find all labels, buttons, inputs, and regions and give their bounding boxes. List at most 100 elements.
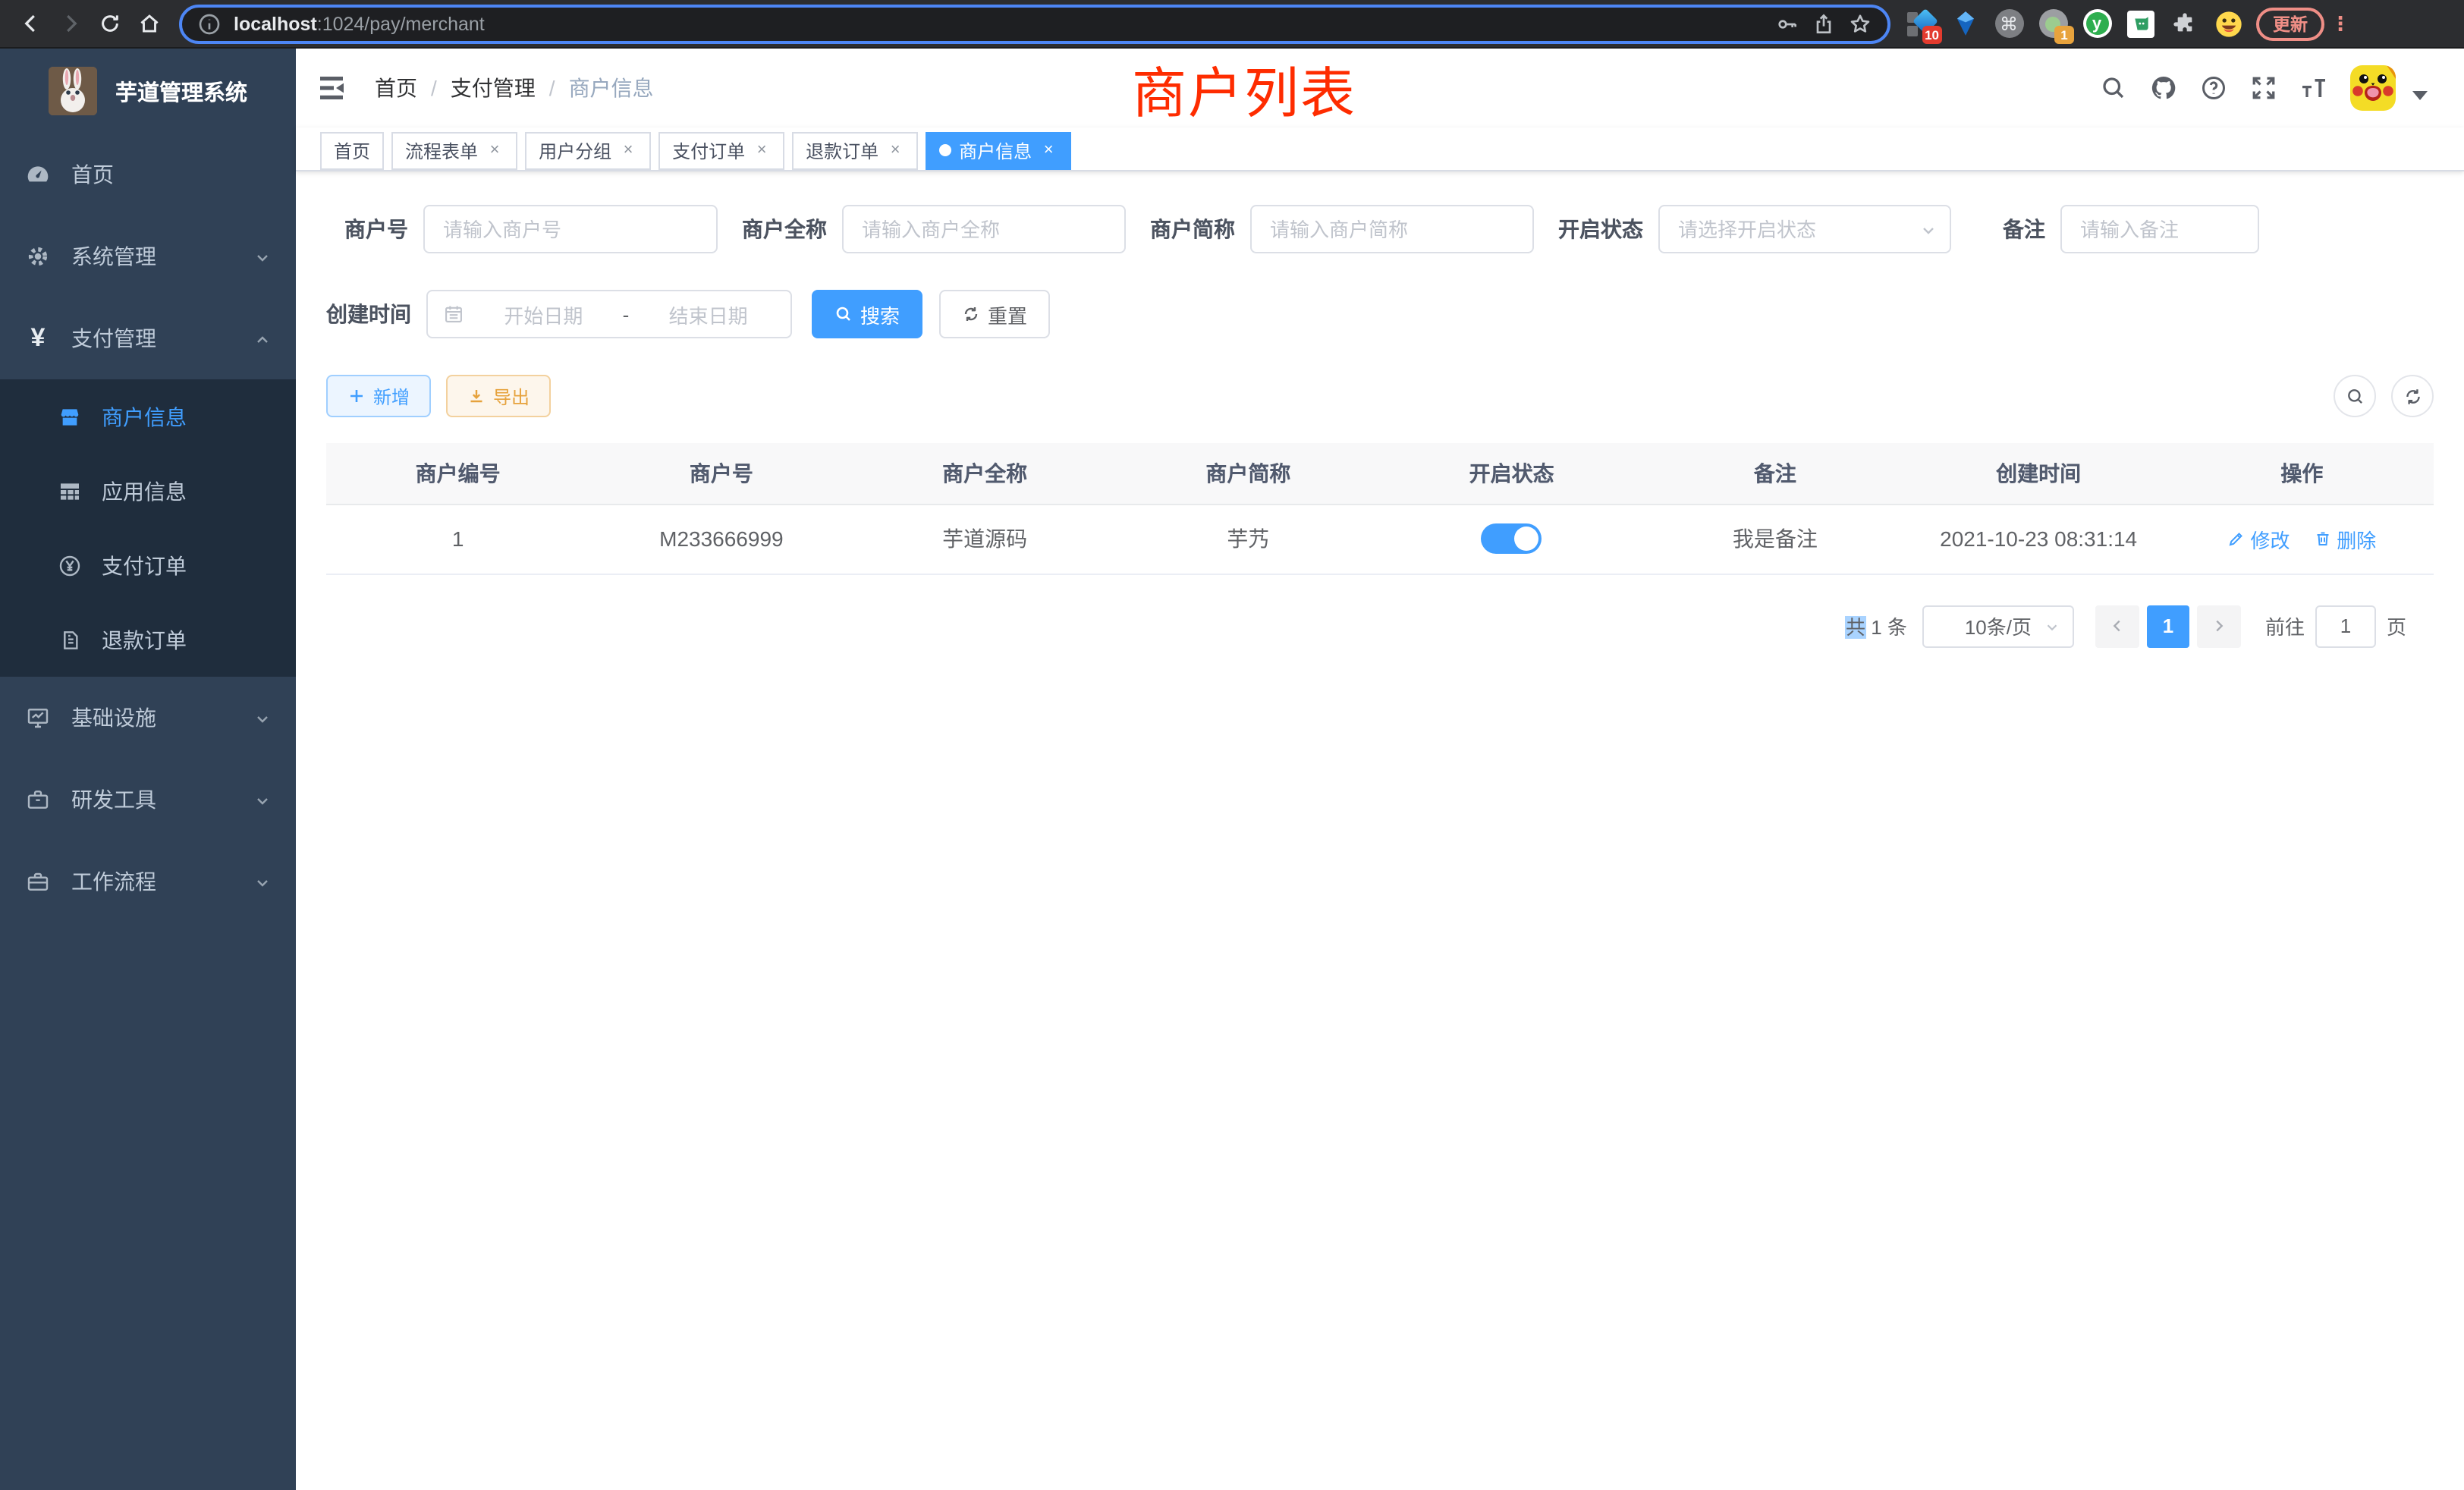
browser-home-button[interactable] [130, 5, 167, 42]
full-name-input[interactable] [842, 205, 1126, 253]
tab-home[interactable]: 首页 [320, 131, 384, 169]
tab-process-form[interactable]: 流程表单× [391, 131, 517, 169]
edit-link[interactable]: 修改 [2227, 524, 2290, 553]
chevron-left-icon [2109, 618, 2126, 634]
fullscreen-icon[interactable] [2250, 74, 2277, 102]
close-icon[interactable]: × [619, 141, 637, 159]
tab-pay-order[interactable]: 支付订单× [658, 131, 784, 169]
address-bar[interactable]: localhost:1024/pay/merchant [179, 4, 1890, 43]
cell-merchant-id: 1 [326, 504, 589, 574]
sidebar-item-merchant-info[interactable]: 商户信息 [0, 379, 296, 454]
sidebar-item-infra[interactable]: 基础设施 [0, 677, 296, 759]
hide-search-button[interactable] [2334, 375, 2376, 417]
calendar-icon [443, 303, 464, 325]
gear-icon [26, 244, 50, 269]
browser-forward-button[interactable] [52, 5, 88, 42]
red-annotation-title: 商户列表 [1132, 50, 1356, 129]
share-icon[interactable] [1812, 11, 1836, 36]
end-date-placeholder: 结束日期 [641, 300, 775, 328]
close-icon[interactable]: × [486, 141, 504, 159]
chevron-down-icon [253, 791, 272, 809]
extension-grid-icon[interactable]: 10 [1906, 8, 1936, 39]
refresh-button[interactable] [2391, 375, 2434, 417]
browser-back-button[interactable] [12, 5, 49, 42]
cell-actions: 修改 删除 [2170, 504, 2434, 574]
app-title: 芋道管理系统 [115, 75, 247, 107]
status-select[interactable] [1658, 205, 1951, 253]
filter-create-time: 创建时间 开始日期 - 结束日期 [326, 290, 792, 338]
short-name-input[interactable] [1250, 205, 1534, 253]
extension-recorder-icon[interactable]: 1 [2038, 8, 2068, 39]
extension-y-icon[interactable]: y [2082, 8, 2112, 39]
user-avatar[interactable] [2350, 65, 2396, 111]
remark-input[interactable] [2060, 205, 2259, 253]
font-size-icon[interactable] [2300, 74, 2327, 102]
extension-command-icon[interactable]: ⌘ [1994, 8, 2024, 39]
sidebar-item-dev-tools[interactable]: 研发工具 [0, 759, 296, 841]
tags-view-bar: 首页 流程表单× 用户分组× 支付订单× 退款订单× 商户信息× [296, 127, 2464, 171]
back-icon [19, 12, 42, 35]
tab-refund-order[interactable]: 退款订单× [792, 131, 918, 169]
sidebar-item-pay-order[interactable]: 支付订单 [0, 528, 296, 602]
browser-profile-avatar[interactable] [2214, 8, 2244, 39]
browser-update-button[interactable]: 更新 [2256, 7, 2324, 40]
tab-user-group[interactable]: 用户分组× [525, 131, 651, 169]
extension-gem-icon[interactable] [1950, 8, 1980, 39]
extensions-puzzle-icon[interactable] [2170, 8, 2200, 39]
password-key-icon[interactable] [1775, 11, 1799, 36]
github-icon[interactable] [2150, 74, 2177, 102]
sidebar-logo[interactable]: 芋道管理系统 [0, 49, 296, 134]
top-navbar: 首页 / 支付管理 / 商户信息 [296, 49, 2464, 127]
date-separator: - [623, 303, 630, 325]
extension-badge: 10 [1922, 25, 1942, 43]
merchant-no-input[interactable] [423, 205, 718, 253]
delete-link[interactable]: 删除 [2314, 524, 2376, 553]
breadcrumb-payment[interactable]: 支付管理 [451, 73, 536, 103]
close-icon[interactable]: × [1039, 141, 1058, 159]
sidebar-fold-button[interactable] [319, 73, 349, 103]
date-range-picker[interactable]: 开始日期 - 结束日期 [426, 290, 792, 338]
sidebar-item-workflow[interactable]: 工作流程 [0, 841, 296, 923]
browser-reload-button[interactable] [91, 5, 127, 42]
page-content: 商户号 商户全称 商户简称 开启状态 [296, 171, 2464, 647]
plus-icon [347, 387, 366, 405]
extension-badge: 1 [2054, 25, 2074, 43]
page-number-1[interactable]: 1 [2147, 605, 2189, 647]
extension-chat-icon[interactable] [2126, 8, 2156, 39]
sidebar-item-app-info[interactable]: 应用信息 [0, 454, 296, 528]
screenshot-root: localhost:1024/pay/merchant 10 ⌘ [0, 0, 2464, 1490]
sidebar-item-system[interactable]: 系统管理 [0, 215, 296, 297]
sidebar-item-refund-order[interactable]: 退款订单 [0, 602, 296, 677]
reset-button[interactable]: 重置 [939, 290, 1050, 338]
goto-page-input[interactable] [2315, 605, 2376, 647]
cell-short-name: 芋艿 [1117, 504, 1380, 574]
status-toggle[interactable] [1482, 523, 1542, 554]
page-size-select[interactable]: 10条/页 [1922, 605, 2074, 647]
browser-menu-icon[interactable]: ⋮ [2330, 11, 2346, 36]
caret-down-icon[interactable] [2412, 91, 2428, 100]
close-icon[interactable]: × [886, 141, 904, 159]
forward-icon [58, 12, 81, 35]
tab-merchant-info[interactable]: 商户信息× [926, 131, 1071, 169]
add-button[interactable]: 新增 [326, 375, 431, 417]
url-text[interactable]: localhost:1024/pay/merchant [234, 13, 1763, 34]
sidebar-item-home[interactable]: 首页 [0, 134, 296, 215]
site-info-icon[interactable] [197, 11, 222, 36]
help-icon[interactable] [2200, 74, 2227, 102]
sidebar-item-payment[interactable]: ¥ 支付管理 [0, 297, 296, 379]
next-page-button[interactable] [2197, 605, 2241, 647]
filter-remark: 备注 [2003, 205, 2259, 253]
breadcrumb-home[interactable]: 首页 [375, 73, 417, 103]
prev-page-button[interactable] [2095, 605, 2139, 647]
close-icon[interactable]: × [753, 141, 771, 159]
export-button[interactable]: 导出 [446, 375, 551, 417]
header-search-icon[interactable] [2100, 74, 2127, 102]
table-grid-icon [58, 479, 82, 503]
filter-row-1: 商户号 商户全称 商户简称 开启状态 [326, 205, 2434, 253]
search-button[interactable]: 搜索 [812, 290, 922, 338]
breadcrumb: 首页 / 支付管理 / 商户信息 [375, 73, 654, 103]
table-row: 1 M233666999 芋道源码 芋艿 我是备注 2021-10-23 08:… [326, 504, 2434, 574]
chevron-down-icon [253, 709, 272, 727]
bookmark-star-icon[interactable] [1848, 11, 1872, 36]
col-remark: 备注 [1643, 443, 1906, 504]
